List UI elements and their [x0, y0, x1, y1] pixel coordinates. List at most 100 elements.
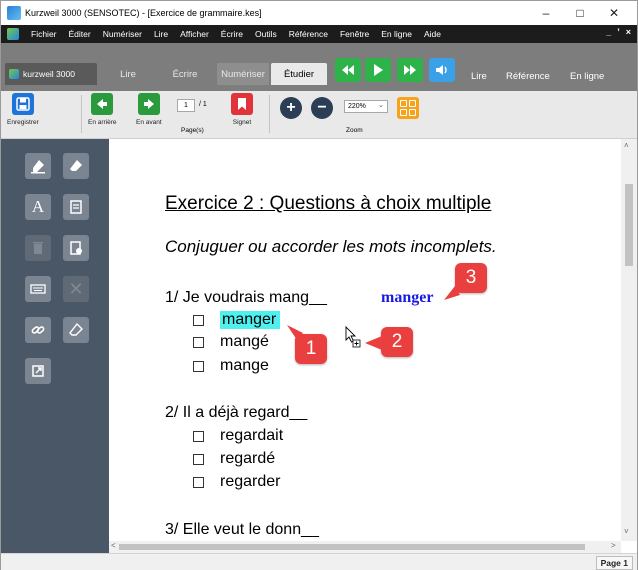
menu-outils[interactable]: Outils [249, 29, 283, 39]
x-icon: ✕ [68, 278, 84, 299]
rewind-button[interactable] [335, 58, 361, 82]
doc-close-button[interactable]: × [626, 27, 631, 37]
question-2-prompt: 2/ Il a déjà regard__ [165, 404, 308, 421]
rewind-icon [342, 65, 354, 75]
text-note-tool-button[interactable]: A [25, 194, 51, 220]
play-icon [374, 64, 383, 76]
arrow-right-icon [137, 93, 160, 115]
question-2-option[interactable]: regardait [193, 427, 283, 445]
checkbox[interactable] [193, 476, 204, 488]
menu-fenetre[interactable]: Fenêtre [334, 29, 375, 39]
checkbox[interactable] [193, 336, 204, 348]
toolbar-separator [81, 95, 82, 133]
menu-logo-icon[interactable] [7, 28, 19, 40]
exercise-instruction: Conjuguer ou accorder les mots incomplet… [165, 237, 497, 256]
scroll-up-arrow-icon[interactable]: ˄ [624, 141, 629, 150]
checkbox[interactable] [193, 314, 204, 326]
menu-numeriser[interactable]: Numériser [97, 29, 148, 39]
menu-fichier[interactable]: Fichier [25, 29, 63, 39]
question-1-prompt: 1/ Je voudrais mang__ [165, 289, 327, 306]
fast-forward-button[interactable] [397, 58, 423, 82]
maximize-button[interactable]: □ [563, 1, 597, 25]
delete-tool-button[interactable] [25, 235, 51, 261]
question-2-option[interactable]: regardé [193, 450, 275, 468]
back-button[interactable]: En arrière [88, 93, 117, 126]
tab-bar: kurzweil 3000 Lire Écrire Numériser Étud… [1, 43, 637, 91]
menu-aide[interactable]: Aide [418, 29, 447, 39]
question-1-option[interactable]: manger [193, 311, 281, 329]
drag-copy-cursor-icon [345, 326, 361, 348]
document-window-controls: _ ’ × [606, 27, 631, 37]
link-en-ligne[interactable]: En ligne [570, 71, 604, 82]
grid-icon [400, 100, 407, 107]
kurzweil-logo-icon [9, 69, 19, 79]
checkbox[interactable] [193, 430, 204, 442]
horizontal-scrollbar[interactable]: ˂ ˃ [109, 541, 621, 553]
menu-lire[interactable]: Lire [148, 29, 174, 39]
toolbar-separator [269, 95, 270, 133]
speaker-icon [436, 65, 447, 75]
menu-afficher[interactable]: Afficher [174, 29, 215, 39]
eraser-tool-button[interactable] [63, 153, 89, 179]
menu-reference[interactable]: Référence [283, 29, 334, 39]
scroll-right-arrow-icon[interactable]: ˃ [611, 541, 616, 550]
menu-en-ligne[interactable]: En ligne [375, 29, 418, 39]
link-tool-button[interactable] [25, 317, 51, 343]
doc-minimize-button[interactable]: _ [606, 27, 611, 37]
doc-restore-button[interactable]: ’ [617, 27, 620, 37]
tab-lire[interactable]: Lire [105, 63, 151, 85]
question-1-option[interactable]: mange [193, 357, 269, 375]
question-1-option[interactable]: mangé [193, 333, 269, 351]
scroll-left-arrow-icon[interactable]: ˂ [111, 541, 116, 550]
horizontal-scroll-thumb[interactable] [119, 544, 585, 550]
document-view[interactable]: Exercice 2 : Questions à choix multiple … [109, 139, 621, 541]
callout-pointer-1 [287, 325, 303, 340]
brand-label: kurzweil 3000 [23, 69, 75, 79]
close-tool-button[interactable]: ✕ [63, 276, 89, 302]
menu-editer[interactable]: Éditer [63, 29, 97, 39]
checkbox[interactable] [193, 360, 204, 372]
page-number-input[interactable]: 1 [177, 99, 195, 112]
notepad-icon [70, 200, 82, 214]
question-2-option[interactable]: regarder [193, 473, 280, 491]
forward-button[interactable]: En avant [136, 93, 162, 126]
zoom-out-button[interactable]: − [311, 97, 333, 119]
forward-label: En avant [136, 119, 162, 126]
export-tool-button[interactable] [25, 358, 51, 384]
exercise-title: Exercice 2 : Questions à choix multiple [165, 193, 492, 214]
callout-pointer-2 [365, 336, 382, 350]
vertical-scroll-thumb[interactable] [625, 184, 633, 266]
menu-ecrire[interactable]: Écrire [215, 29, 249, 39]
sticky-note-tool-button[interactable] [63, 194, 89, 220]
note-gear-icon [70, 241, 82, 255]
bookmark-button[interactable]: Signet [231, 93, 253, 126]
play-button[interactable] [365, 58, 391, 82]
link-reference[interactable]: Référence [506, 71, 550, 82]
trash-icon [33, 242, 43, 254]
keyboard-tool-button[interactable] [25, 276, 51, 302]
option-label: mangé [220, 333, 269, 350]
checkbox[interactable] [193, 453, 204, 465]
pages-label: Page(s) [181, 127, 204, 134]
letter-a-icon: A [31, 197, 45, 216]
tab-numeriser[interactable]: Numériser [217, 63, 269, 85]
link-edit-tool-button[interactable] [63, 317, 89, 343]
vertical-scrollbar[interactable]: ˄ ˅ [621, 139, 637, 541]
note-settings-tool-button[interactable] [63, 235, 89, 261]
minimize-button[interactable]: – [529, 1, 563, 25]
tab-etudier[interactable]: Étudier [271, 63, 327, 85]
speaker-button[interactable] [429, 58, 455, 82]
zoom-in-button[interactable]: + [280, 97, 302, 119]
close-button[interactable]: ✕ [597, 1, 631, 25]
layout-grid-button[interactable] [397, 97, 419, 119]
save-button[interactable]: Enregistrer [7, 93, 39, 126]
tab-ecrire[interactable]: Écrire [155, 63, 215, 85]
link-lire[interactable]: Lire [471, 71, 487, 82]
option-label: regardé [220, 450, 276, 467]
zoom-select[interactable]: 220% ⌄ [344, 100, 388, 113]
highlighter-tool-button[interactable] [25, 153, 51, 179]
study-tools-panel: A ✕ [1, 139, 109, 559]
brand-tab[interactable]: kurzweil 3000 [5, 63, 97, 85]
option-label: regarder [220, 473, 281, 490]
scroll-down-arrow-icon[interactable]: ˅ [624, 527, 629, 536]
